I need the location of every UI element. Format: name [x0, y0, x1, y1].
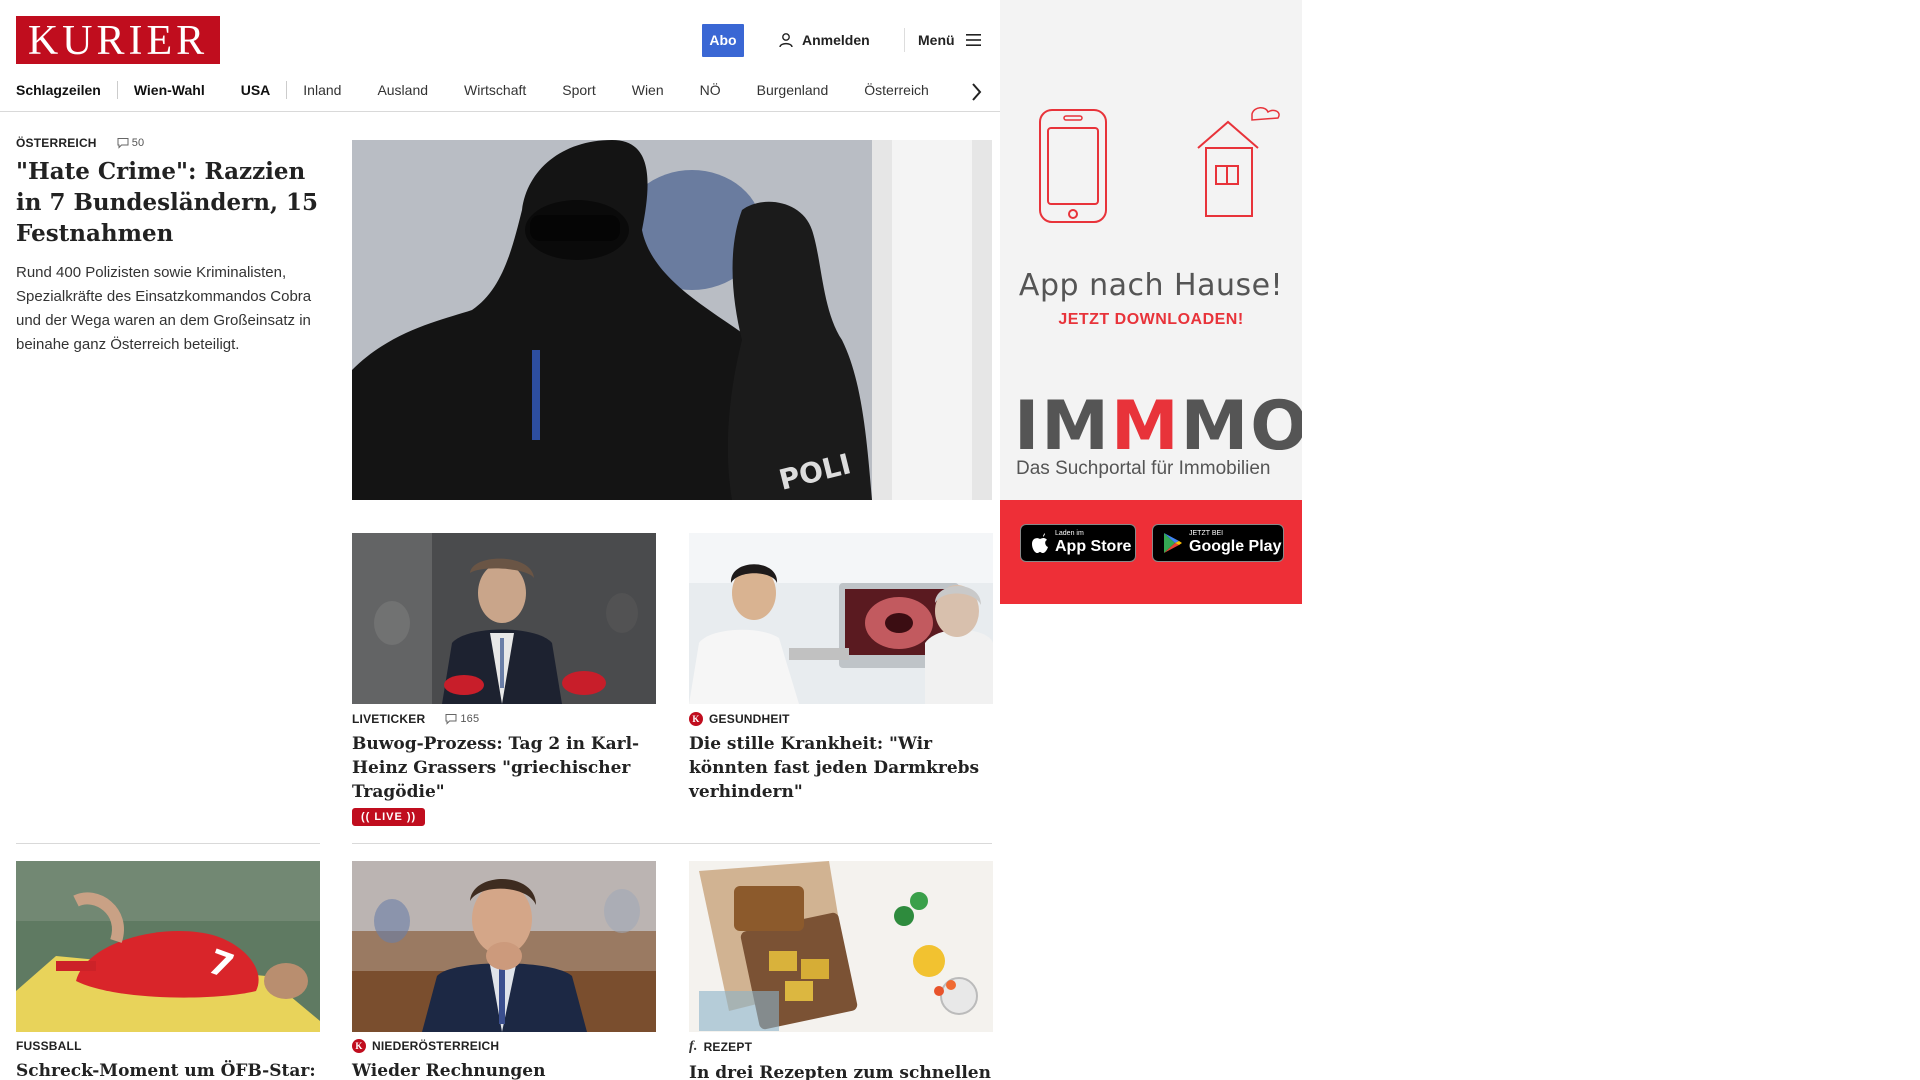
login-label: Anmelden — [802, 32, 870, 48]
nav-item-wien[interactable]: Wien — [632, 82, 664, 98]
nav-item-usa[interactable]: USA — [241, 82, 271, 98]
card-noe[interactable]: K NIEDERÖSTERREICH Wieder Rechnungen man… — [352, 1039, 654, 1080]
google-play-big: Google Play — [1189, 538, 1282, 555]
ad-title: App nach Hause! — [1018, 268, 1284, 303]
user-icon — [779, 33, 793, 48]
app-store-big: App Store — [1055, 538, 1132, 555]
card-kicker-label: LIVETICKER — [352, 712, 426, 726]
nav-separator — [286, 81, 288, 99]
login-button[interactable]: Anmelden — [778, 30, 870, 50]
card-kicker-label: REZEPT — [703, 1040, 753, 1054]
lead-image[interactable]: POLI — [352, 140, 992, 500]
card-comments[interactable]: 165 — [445, 713, 479, 725]
immmo-tagline: Das Suchportal für Immobilien — [1016, 458, 1271, 479]
card-headline[interactable]: In drei Rezepten zum schnellen Picknick-… — [689, 1061, 991, 1080]
ad-subtitle[interactable]: JETZT DOWNLOADEN! — [1000, 311, 1302, 329]
lead-kicker: ÖSTERREICH 50 — [16, 136, 320, 150]
google-play-button[interactable]: JETZT BEI Google Play — [1152, 524, 1284, 562]
card-kicker-label: NIEDERÖSTERREICH — [372, 1039, 500, 1053]
card-headline[interactable]: Schreck-Moment um ÖFB-Star: Arnautovic e… — [16, 1059, 318, 1080]
card-kicker-label: FUSSBALL — [16, 1039, 82, 1053]
card-kicker-label: GESUNDHEIT — [709, 712, 790, 726]
immmo-ad[interactable]: App nach Hause! JETZT DOWNLOADEN! IMMMO … — [1000, 0, 1302, 604]
menu-label: Menü — [918, 32, 955, 48]
lead-description: Rund 400 Polizisten sowie Kriminalisten,… — [16, 264, 312, 353]
nav-item-burgenland[interactable]: Burgenland — [757, 82, 829, 98]
card-headline[interactable]: Wieder Rechnungen manipuliert? Neue Ermi… — [352, 1059, 654, 1080]
kurier-logo[interactable]: KURIER — [16, 16, 220, 64]
card-kicker: FUSSBALL — [16, 1039, 318, 1053]
section-nav: Schlagzeilen Wien-Wahl USA Inland Auslan… — [0, 72, 1000, 112]
comment-icon — [445, 714, 457, 725]
abo-button[interactable]: Abo — [702, 24, 744, 57]
card-comment-count: 165 — [460, 713, 480, 725]
card-image-rezept[interactable] — [689, 861, 993, 1032]
freizeit-icon: f. — [689, 1039, 698, 1054]
app-store-small: Laden im — [1055, 530, 1084, 537]
card-kicker: LIVETICKER 165 — [352, 712, 654, 726]
menu-button[interactable]: Menü — [918, 30, 983, 50]
card-rezept[interactable]: f. REZEPT In drei Rezepten zum schnellen… — [689, 1039, 991, 1080]
app-store-button[interactable]: Laden im App Store — [1020, 524, 1136, 562]
card-kicker: f. REZEPT — [689, 1039, 991, 1055]
live-badge: (( LIVE )) — [352, 808, 426, 826]
card-kicker: K GESUNDHEIT — [689, 712, 991, 726]
row-divider — [16, 843, 320, 844]
top-bar: KURIER Abo Anmelden Menü — [0, 0, 1000, 70]
lead-story[interactable]: ÖSTERREICH 50 "Hate Crime": Razzien in 7… — [16, 136, 320, 357]
apple-icon — [1032, 533, 1048, 553]
comment-icon — [117, 138, 129, 149]
lead-comment-count: 50 — [131, 137, 145, 149]
card-darmkrebs[interactable]: K GESUNDHEIT Die stille Krankheit: "Wir … — [689, 712, 991, 804]
card-buwog[interactable]: LIVETICKER 165 Buwog-Prozess: Tag 2 in K… — [352, 712, 654, 826]
nav-item-noe[interactable]: NÖ — [700, 82, 721, 98]
card-image-darmkrebs[interactable] — [689, 533, 993, 704]
header-divider — [904, 28, 905, 52]
card-kicker: K NIEDERÖSTERREICH — [352, 1039, 654, 1053]
google-play-small: JETZT BEI — [1189, 530, 1224, 537]
nav-item-oesterreich[interactable]: Österreich — [864, 82, 929, 98]
nav-item-wirtschaft[interactable]: Wirtschaft — [464, 82, 526, 98]
card-headline[interactable]: Buwog-Prozess: Tag 2 in Karl-Heinz Grass… — [352, 732, 654, 804]
immmo-logo: IMMMO — [1014, 387, 1302, 466]
lead-comments[interactable]: 50 — [117, 137, 145, 149]
page-background — [1302, 0, 1920, 1080]
nav-item-wien-wahl[interactable]: Wien-Wahl — [134, 82, 205, 98]
chevron-right-icon[interactable] — [964, 80, 988, 104]
row-divider — [352, 843, 992, 844]
main-content: KURIER Abo Anmelden Menü Schlagzeilen Wi… — [0, 0, 1000, 1080]
nav-item-inland[interactable]: Inland — [303, 82, 341, 98]
phone-house-illustration — [1039, 107, 1280, 223]
lead-headline[interactable]: "Hate Crime": Razzien in 7 Bundesländern… — [16, 156, 320, 249]
nav-item-ausland[interactable]: Ausland — [377, 82, 428, 98]
google-play-icon — [1164, 533, 1182, 553]
nav-separator — [116, 81, 118, 99]
lead-kicker-label: ÖSTERREICH — [16, 136, 97, 150]
card-image-fussball[interactable]: 7 — [16, 861, 320, 1032]
card-headline[interactable]: Die stille Krankheit: "Wir könnten fast … — [689, 732, 991, 804]
kurier-plus-icon: K — [352, 1039, 366, 1053]
card-fussball[interactable]: FUSSBALL Schreck-Moment um ÖFB-Star: Arn… — [16, 1039, 318, 1080]
card-image-buwog[interactable] — [352, 533, 656, 704]
kurier-plus-icon: K — [689, 712, 703, 726]
hamburger-icon — [965, 34, 981, 46]
card-image-noe[interactable] — [352, 861, 656, 1032]
nav-item-sport[interactable]: Sport — [562, 82, 595, 98]
nav-item-schlagzeilen[interactable]: Schlagzeilen — [16, 82, 101, 98]
